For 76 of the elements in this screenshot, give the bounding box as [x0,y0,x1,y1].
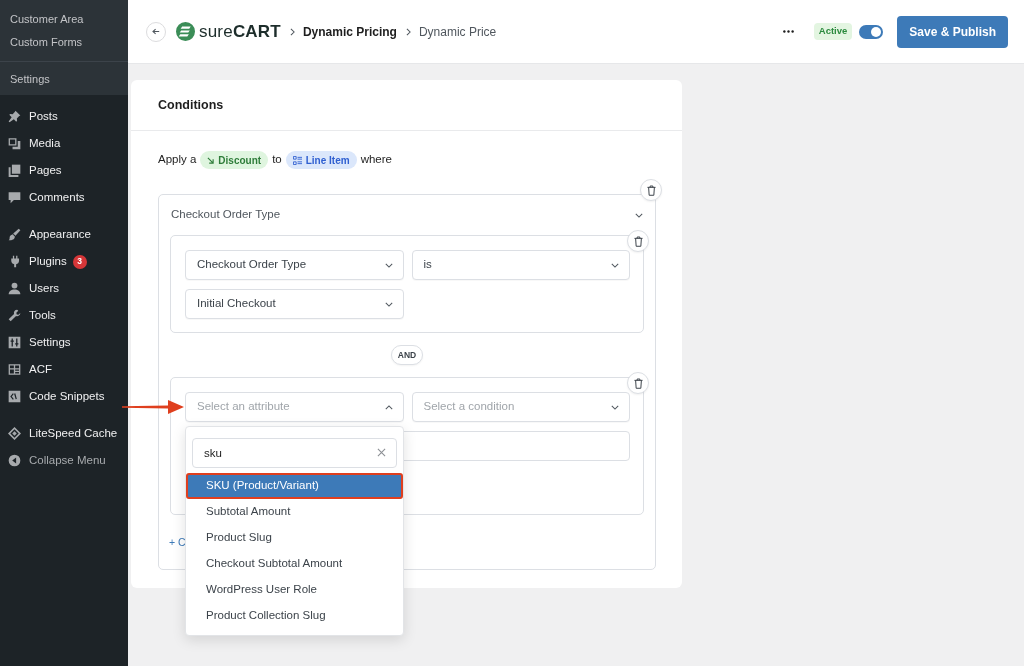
chevron-down-icon [384,301,393,307]
trash-icon [646,184,656,196]
collapse-menu-item[interactable]: Collapse Menu [0,447,128,474]
menu-item[interactable]: Pages [0,157,128,184]
dropdown-option[interactable]: Checkout Subtotal Amount [186,551,403,577]
menu-item[interactable]: Users [0,275,128,302]
chevron-down-icon [384,262,393,268]
chevron-up-icon [384,404,393,410]
overlapping-squares-icon [8,137,21,150]
delete-button[interactable] [627,372,649,394]
logo-text: sureCART [199,20,281,43]
publish-button[interactable]: Save & Publish [897,15,1008,48]
chevron-down-icon[interactable] [635,212,643,218]
chevron-down-icon [611,404,619,410]
pushpin-icon [8,110,21,123]
count-badge: 3 [72,254,87,269]
menu-item[interactable]: Comments [0,184,128,211]
joiner-pill: AND [390,344,424,366]
status-badge: Active [813,23,853,40]
add-link[interactable]: + C [169,535,186,549]
clear-icon [376,448,386,457]
attribute-select[interactable]: Checkout Order Type [185,250,404,280]
chevron-down-icon [611,262,619,268]
menu-item[interactable]: Appearance [0,221,128,248]
dropdown-option[interactable]: Subtotal Amount [186,499,403,525]
breadcrumb-item[interactable]: Dynamic Pricing [302,22,397,41]
list-icon [292,155,302,165]
dropdown-option[interactable]: SKU (Product/Variant) [186,473,403,499]
group-title: Checkout Order Type [171,207,281,223]
trash-icon [633,235,643,247]
chevron-right-icon [289,27,295,36]
menu-item[interactable]: Tools [0,302,128,329]
menu-item[interactable]: ACF [0,356,128,383]
grid-icon [8,363,21,376]
code-icon [8,390,21,403]
delete-button[interactable] [640,179,662,201]
menu-item[interactable]: LiteSpeed Cache [0,420,128,447]
menu-item[interactable]: Plugins 3 [0,248,128,275]
operator-select[interactable]: is [411,250,630,280]
chevron-right-icon [405,27,411,36]
submenu-item[interactable]: Custom Forms [0,31,128,54]
documents-icon [8,164,21,177]
adjustment-pill[interactable]: Discount [200,151,269,169]
user-icon [8,282,21,295]
submenu-item[interactable]: Settings [0,68,128,91]
menu-item[interactable]: Settings [0,329,128,356]
search-field[interactable]: sku [192,438,397,468]
trash-icon [633,377,643,389]
dropdown-option[interactable]: Product Slug [186,525,403,551]
circle-left-arrow-icon [8,454,21,467]
menu-item[interactable]: Media [0,130,128,157]
back-button[interactable] [146,21,166,42]
diagonal-arrow-icon [207,156,215,164]
dropdown-option[interactable]: WordPress User Role [186,577,403,603]
paintbrush-icon [8,228,21,241]
arrow-left-icon [152,28,160,35]
menu-item[interactable]: Code Snippets [0,383,128,410]
active-toggle[interactable] [859,24,884,39]
diamond-icon [8,427,21,440]
wrench-icon [8,309,21,322]
submenu-item[interactable]: Customer Area [0,8,128,31]
menu-item[interactable]: Posts [0,103,128,130]
card-title: Conditions [158,96,224,114]
logo-icon [176,22,195,41]
intro-text: where [360,152,392,168]
target-pill[interactable]: Line Item [285,151,357,169]
speech-bubble-icon [8,191,21,204]
more-icon[interactable] [782,30,794,33]
intro-text: Apply a [158,152,197,168]
sliders-icon [8,336,21,349]
dropdown-option[interactable]: Product Collection Slug [186,603,403,629]
intro-text: to [272,152,282,168]
delete-button[interactable] [627,230,649,252]
value-select[interactable]: Initial Checkout [185,289,404,319]
plug-icon [8,255,21,268]
breadcrumb-item: Dynamic Price [418,23,497,41]
